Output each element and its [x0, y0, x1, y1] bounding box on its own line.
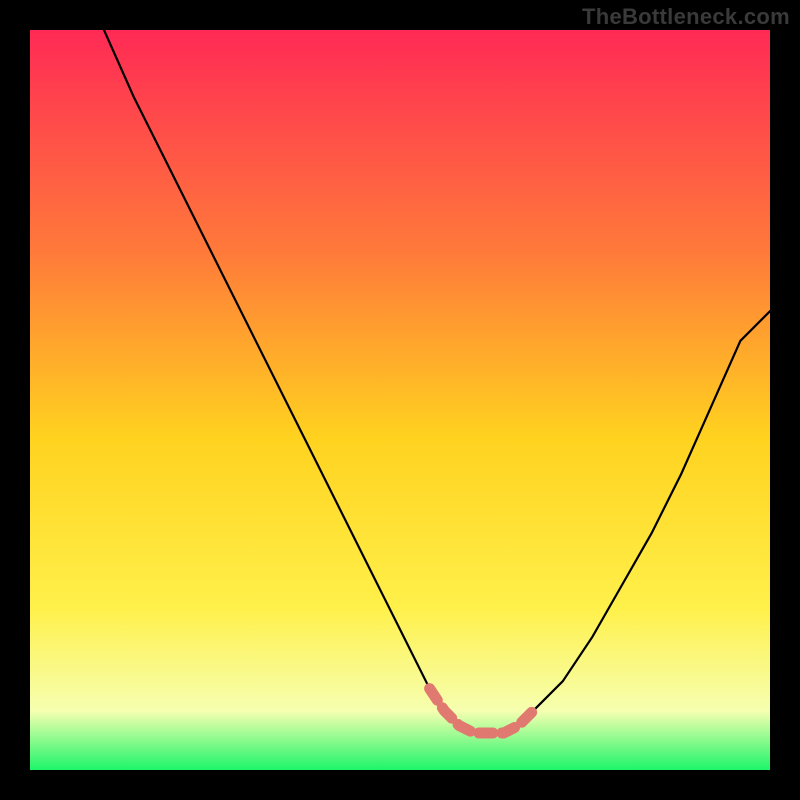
bottleneck-chart	[30, 30, 770, 770]
gradient-background	[30, 30, 770, 770]
watermark-text: TheBottleneck.com	[582, 4, 790, 30]
chart-frame: TheBottleneck.com	[0, 0, 800, 800]
plot-area	[30, 30, 770, 770]
